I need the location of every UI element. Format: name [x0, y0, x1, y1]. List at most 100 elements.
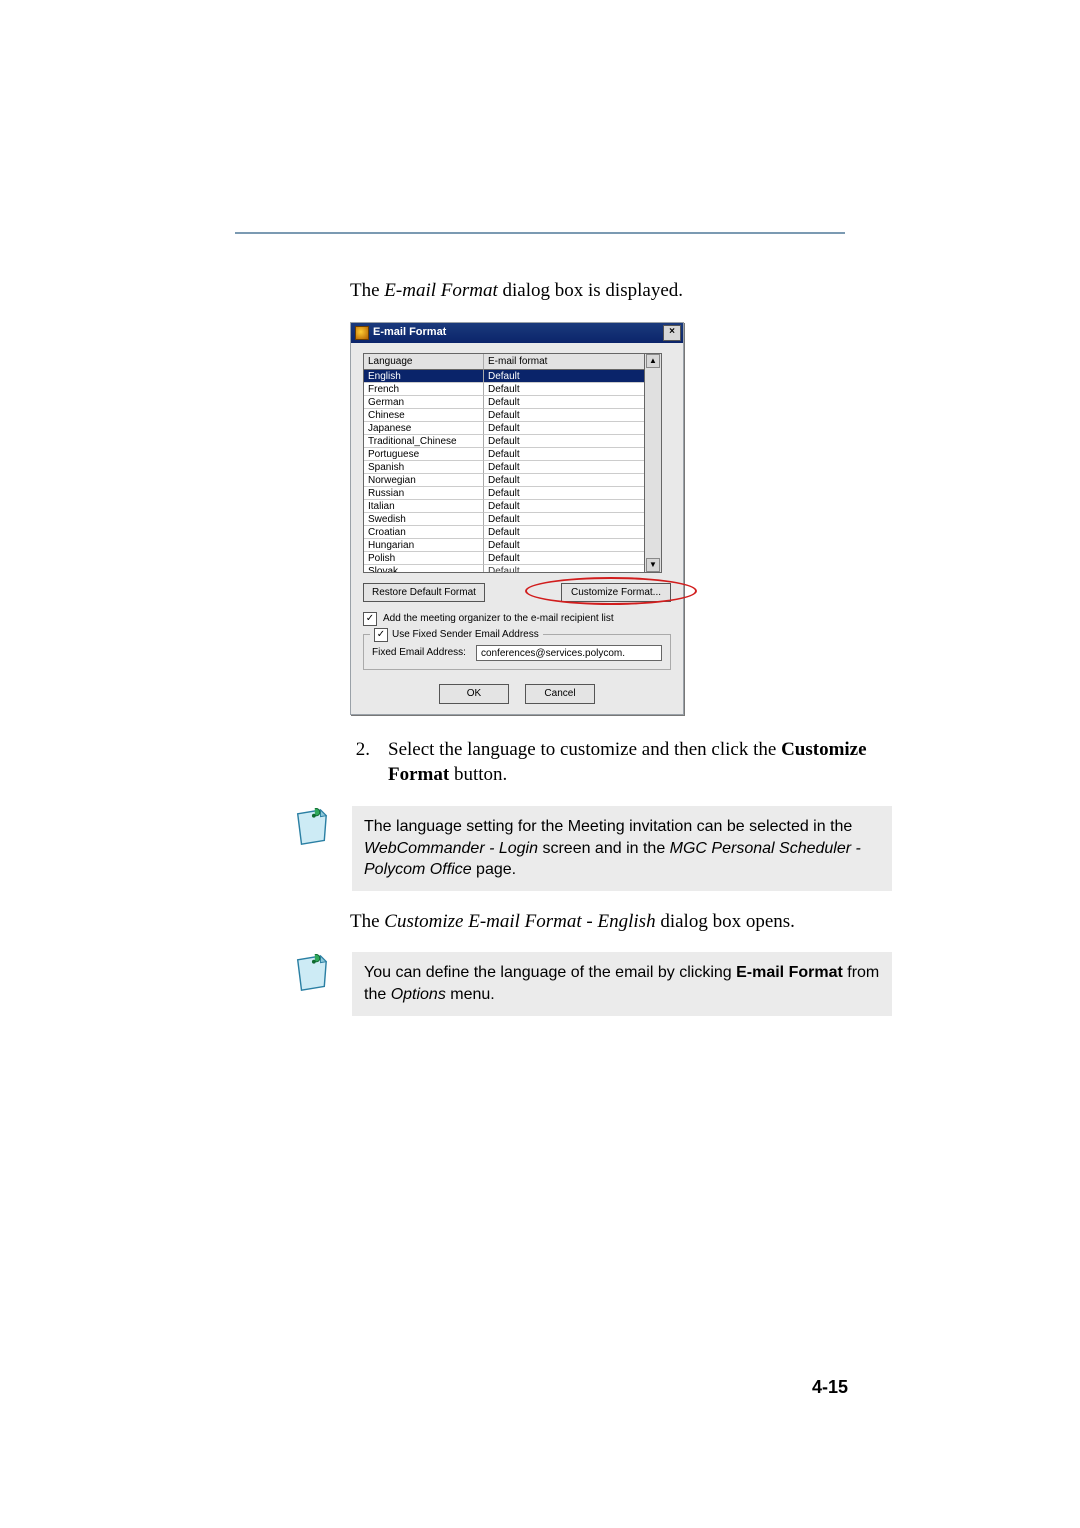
fixed-email-row: Fixed Email Address: conferences@service…	[372, 645, 662, 661]
titlebar-left: E-mail Format	[355, 325, 446, 340]
text: page.	[472, 861, 516, 878]
language-grid-wrap: Language E-mail format English Default F…	[363, 353, 671, 573]
table-row[interactable]: Portuguese Default	[364, 448, 644, 461]
ok-button[interactable]: OK	[439, 684, 509, 704]
cell-format: Default	[484, 526, 644, 539]
cell-language: Slovak	[364, 565, 484, 572]
cell-language: Polish	[364, 552, 484, 565]
cell-language: Japanese	[364, 422, 484, 435]
customize-format-button[interactable]: Customize Format...	[561, 583, 671, 603]
cell-format: Default	[484, 474, 644, 487]
table-row[interactable]: Norwegian Default	[364, 474, 644, 487]
text: The	[350, 280, 384, 301]
note-1: The language setting for the Meeting inv…	[292, 806, 892, 891]
cell-format: Default	[484, 539, 644, 552]
fixed-email-label: Fixed Email Address:	[372, 646, 466, 660]
table-row[interactable]: German Default	[364, 396, 644, 409]
cell-format: Default	[484, 383, 644, 396]
note-text: The language setting for the Meeting inv…	[352, 806, 892, 891]
cell-format: Default	[484, 552, 644, 565]
text-italic: E-mail Format	[384, 280, 497, 301]
dialog-body: Language E-mail format English Default F…	[351, 343, 683, 714]
cell-language: Portuguese	[364, 448, 484, 461]
fixed-sender-legend: ✓ Use Fixed Sender Email Address	[370, 628, 543, 642]
cancel-button[interactable]: Cancel	[525, 684, 595, 704]
step-number: 2.	[350, 737, 370, 788]
cell-language: Italian	[364, 500, 484, 513]
cell-language: Spanish	[364, 461, 484, 474]
cell-format: Default	[484, 513, 644, 526]
page-number: 4-15	[812, 1377, 848, 1398]
text: screen and in the	[538, 840, 670, 857]
cell-format: Default	[484, 565, 644, 572]
language-grid[interactable]: Language E-mail format English Default F…	[363, 353, 645, 573]
cell-language: German	[364, 396, 484, 409]
table-row[interactable]: Polish Default	[364, 552, 644, 565]
dialog-titlebar: E-mail Format ×	[351, 323, 683, 343]
note-text: You can define the language of the email…	[352, 952, 892, 1015]
header-rule	[235, 232, 845, 234]
cell-language: English	[364, 370, 484, 383]
use-fixed-sender-label: Use Fixed Sender Email Address	[392, 628, 539, 642]
scroll-up-button[interactable]: ▲	[646, 354, 660, 368]
text: Select the language to customize and the…	[388, 739, 781, 760]
restore-default-format-button[interactable]: Restore Default Format	[363, 583, 485, 603]
cell-language: Chinese	[364, 409, 484, 422]
table-row[interactable]: Russian Default	[364, 487, 644, 500]
cell-format: Default	[484, 370, 644, 383]
use-fixed-sender-checkbox[interactable]: ✓	[374, 628, 388, 642]
dialog-footer: OK Cancel	[363, 684, 671, 704]
add-organizer-row: ✓ Add the meeting organizer to the e-mai…	[363, 612, 671, 626]
table-row[interactable]: Hungarian Default	[364, 539, 644, 552]
email-format-dialog: E-mail Format × Language E-mail format E…	[350, 322, 684, 715]
cell-language: Norwegian	[364, 474, 484, 487]
page: The E-mail Format dialog box is displaye…	[0, 0, 1080, 1528]
text-italic: Options	[391, 986, 446, 1003]
table-row[interactable]: Traditional_Chinese Default	[364, 435, 644, 448]
table-row[interactable]: Chinese Default	[364, 409, 644, 422]
intro-paragraph: The E-mail Format dialog box is displaye…	[350, 278, 870, 304]
table-row[interactable]: English Default	[364, 370, 644, 383]
note-icon	[292, 806, 330, 858]
table-row[interactable]: Croatian Default	[364, 526, 644, 539]
dialog-title: E-mail Format	[373, 325, 446, 340]
step-2: 2. Select the language to customize and …	[350, 737, 870, 788]
text-bold: E-mail Format	[736, 964, 843, 981]
text: dialog box is displayed.	[498, 280, 683, 301]
secondary-paragraph: The Customize E-mail Format - English di…	[350, 909, 870, 935]
cell-format: Default	[484, 448, 644, 461]
body-column: The E-mail Format dialog box is displaye…	[350, 278, 870, 1016]
text: You can define the language of the email…	[364, 964, 736, 981]
cell-format: Default	[484, 396, 644, 409]
table-row[interactable]: Spanish Default	[364, 461, 644, 474]
fixed-email-input[interactable]: conferences@services.polycom.	[476, 645, 662, 661]
cell-language: French	[364, 383, 484, 396]
table-row[interactable]: Swedish Default	[364, 513, 644, 526]
app-icon	[355, 326, 369, 340]
add-organizer-label: Add the meeting organizer to the e-mail …	[383, 612, 614, 626]
scrollbar[interactable]: ▲ ▼	[645, 353, 662, 573]
col-header-language: Language	[364, 354, 484, 370]
text: dialog box opens.	[656, 911, 795, 932]
table-row[interactable]: Italian Default	[364, 500, 644, 513]
text-italic: WebCommander - Login	[364, 840, 538, 857]
text: The language setting for the Meeting inv…	[364, 818, 852, 835]
cell-format: Default	[484, 487, 644, 500]
cell-format: Default	[484, 461, 644, 474]
format-buttons-row: Restore Default Format Customize Format.…	[363, 583, 671, 603]
cell-language: Hungarian	[364, 539, 484, 552]
cell-language: Swedish	[364, 513, 484, 526]
sticky-note-icon	[292, 954, 330, 996]
fixed-sender-fieldset: ✓ Use Fixed Sender Email Address Fixed E…	[363, 634, 671, 670]
cell-format: Default	[484, 500, 644, 513]
add-organizer-checkbox[interactable]: ✓	[363, 612, 377, 626]
scroll-down-button[interactable]: ▼	[646, 558, 660, 572]
table-row[interactable]: Japanese Default	[364, 422, 644, 435]
note-2: You can define the language of the email…	[292, 952, 892, 1015]
table-row[interactable]: Slovak Default	[364, 565, 644, 572]
close-button[interactable]: ×	[663, 325, 681, 341]
col-header-format: E-mail format	[484, 354, 644, 370]
table-row[interactable]: French Default	[364, 383, 644, 396]
text: menu.	[446, 986, 495, 1003]
cell-language: Croatian	[364, 526, 484, 539]
